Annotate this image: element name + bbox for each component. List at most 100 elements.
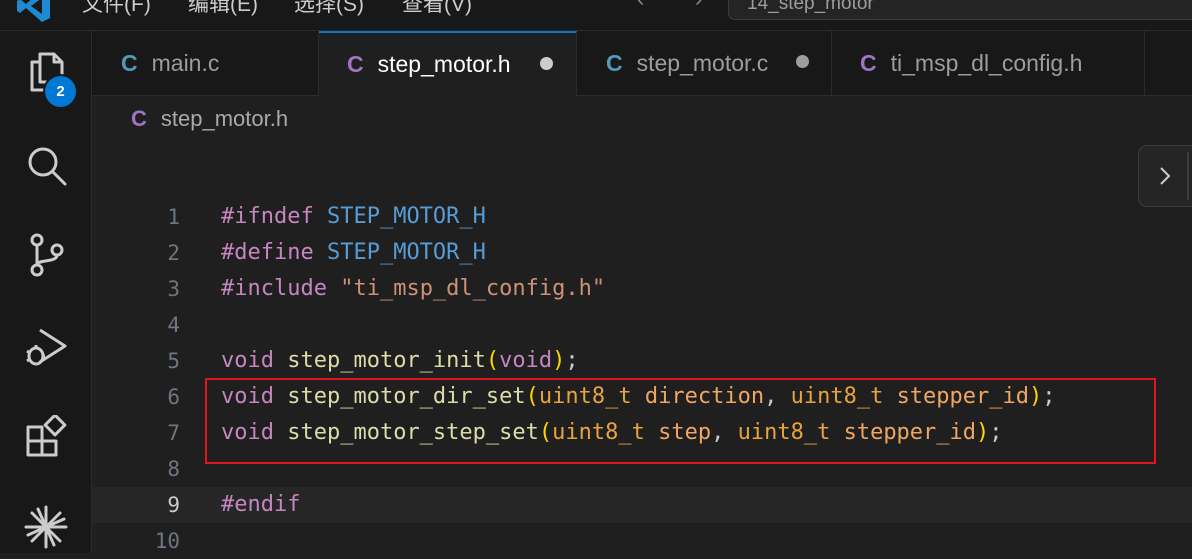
code-text: void step_motor_step_set(uint8_t step, u…: [221, 415, 1003, 451]
line-number: 5: [167, 349, 180, 373]
code-token: uint8_t: [737, 420, 831, 445]
code-token: #endif: [221, 492, 301, 517]
code-text: void step_motor_init(void);: [221, 343, 579, 379]
code-text: #include "ti_msp_dl_config.h": [221, 271, 605, 307]
line-number: 2: [167, 241, 180, 265]
tab-label: ti_msp_dl_config.h: [890, 49, 1083, 76]
code-token: #include: [221, 276, 327, 301]
tab-step-motor-h[interactable]: C step_motor.h: [319, 31, 577, 96]
breadcrumb[interactable]: C step_motor.h: [131, 103, 288, 135]
back-arrow-icon[interactable]: ‹: [637, 0, 644, 12]
code-token: ;: [565, 348, 579, 373]
tab-label: main.c: [151, 49, 220, 76]
tab-bar: C main.c C step_motor.h C step_motor.c C…: [92, 31, 1192, 96]
c-file-icon: C: [121, 49, 138, 76]
code-token: (: [525, 384, 539, 409]
breadcrumb-file[interactable]: step_motor.h: [161, 106, 288, 132]
code-token: "ti_msp_dl_config.h": [340, 276, 606, 301]
spark-icon[interactable]: [24, 505, 68, 549]
search-icon[interactable]: [24, 143, 68, 187]
unsaved-dot-icon[interactable]: [796, 55, 809, 68]
code-text: #ifndef STEP_MOTOR_H: [221, 199, 486, 235]
chevron-right-icon: [1160, 167, 1171, 185]
code-token: #ifndef: [221, 204, 314, 229]
code-token: ;: [989, 420, 1003, 445]
tab-step-motor-c[interactable]: C step_motor.c: [577, 31, 832, 95]
code-token: uint8_t: [552, 420, 645, 445]
menu-file[interactable]: 文件(F): [82, 0, 151, 18]
code-line[interactable]: 2 #define STEP_MOTOR_H: [92, 235, 1192, 271]
code-token: step_motor_step_set: [287, 420, 539, 445]
code-line[interactable]: 7 void step_motor_step_set(uint8_t step, …: [92, 415, 1192, 451]
forward-arrow-icon[interactable]: ›: [695, 0, 702, 12]
tab-main-c[interactable]: C main.c: [92, 31, 319, 95]
divider: [1187, 152, 1189, 200]
tab-label: step_motor.c: [636, 49, 769, 76]
expand-panel-button[interactable]: [1138, 145, 1192, 207]
activity-bar: [0, 31, 92, 553]
tab-ti-msp-dl-config-h[interactable]: C ti_msp_dl_config.h: [832, 31, 1145, 95]
code-token: void: [221, 348, 274, 373]
code-editor[interactable]: 1 #ifndef STEP_MOTOR_H 2 #define STEP_MOTOR…: [92, 199, 1192, 553]
code-line[interactable]: 9 #endif: [92, 487, 1192, 523]
c-header-icon: C: [347, 51, 364, 77]
code-line[interactable]: 6 void step_motor_dir_set(uint8_t directi…: [92, 379, 1192, 415]
c-header-icon: C: [860, 49, 877, 76]
code-token: step: [658, 420, 712, 445]
code-token: direction: [644, 384, 765, 409]
code-token: STEP_MOTOR_H: [326, 204, 486, 229]
line-number: 1: [167, 205, 180, 229]
vscode-logo-icon: [17, 0, 50, 22]
code-token: step_motor_dir_set: [287, 384, 526, 409]
source-control-icon[interactable]: [24, 233, 68, 277]
code-token: void: [221, 384, 274, 409]
command-center-search[interactable]: 14_step_motor: [728, 0, 1192, 20]
code-token: uint8_t: [538, 384, 632, 409]
code-token: stepper_id: [843, 420, 977, 445]
menu-view[interactable]: 查看(V): [402, 0, 472, 18]
code-token: STEP_MOTOR_H: [326, 240, 486, 265]
code-token: (: [485, 348, 500, 373]
extensions-icon[interactable]: [24, 415, 68, 459]
code-token: ): [976, 420, 990, 445]
menu-selection[interactable]: 选择(S): [294, 0, 364, 18]
line-number: 9: [167, 493, 180, 517]
line-number: 10: [154, 529, 180, 553]
code-token: ,: [711, 420, 738, 445]
code-token: ;: [1042, 384, 1056, 409]
line-number: 3: [167, 277, 180, 301]
menu-edit[interactable]: 编辑(E): [188, 0, 258, 18]
code-line[interactable]: 1 #ifndef STEP_MOTOR_H: [92, 199, 1192, 235]
code-token: ): [552, 348, 566, 373]
unsaved-dot-icon[interactable]: [540, 57, 553, 70]
code-line[interactable]: 4: [92, 307, 1192, 343]
line-number: 8: [167, 457, 180, 481]
run-debug-icon[interactable]: [24, 325, 68, 369]
code-token: void: [221, 420, 274, 445]
line-number: 6: [167, 385, 180, 409]
code-text: #define STEP_MOTOR_H: [221, 235, 486, 271]
code-line[interactable]: 10: [92, 523, 1192, 559]
code-line[interactable]: 3 #include "ti_msp_dl_config.h": [92, 271, 1192, 307]
title-bar: 文件(F) 编辑(E) 选择(S) 查看(V) ‹ › 14_step_moto…: [0, 0, 1192, 31]
code-line[interactable]: 5 void step_motor_init(void);: [92, 343, 1192, 379]
code-text: void step_motor_dir_set(uint8_t directio…: [221, 379, 1056, 415]
code-line[interactable]: 8: [92, 451, 1192, 487]
code-token: ,: [764, 384, 791, 409]
code-token: uint8_t: [790, 384, 884, 409]
code-token: #define: [221, 240, 314, 265]
tab-label: step_motor.h: [377, 51, 511, 77]
code-token: void: [499, 348, 553, 373]
code-token: step_motor_init: [287, 348, 486, 373]
code-token: (: [538, 420, 553, 445]
explorer-badge: 2: [45, 76, 76, 107]
